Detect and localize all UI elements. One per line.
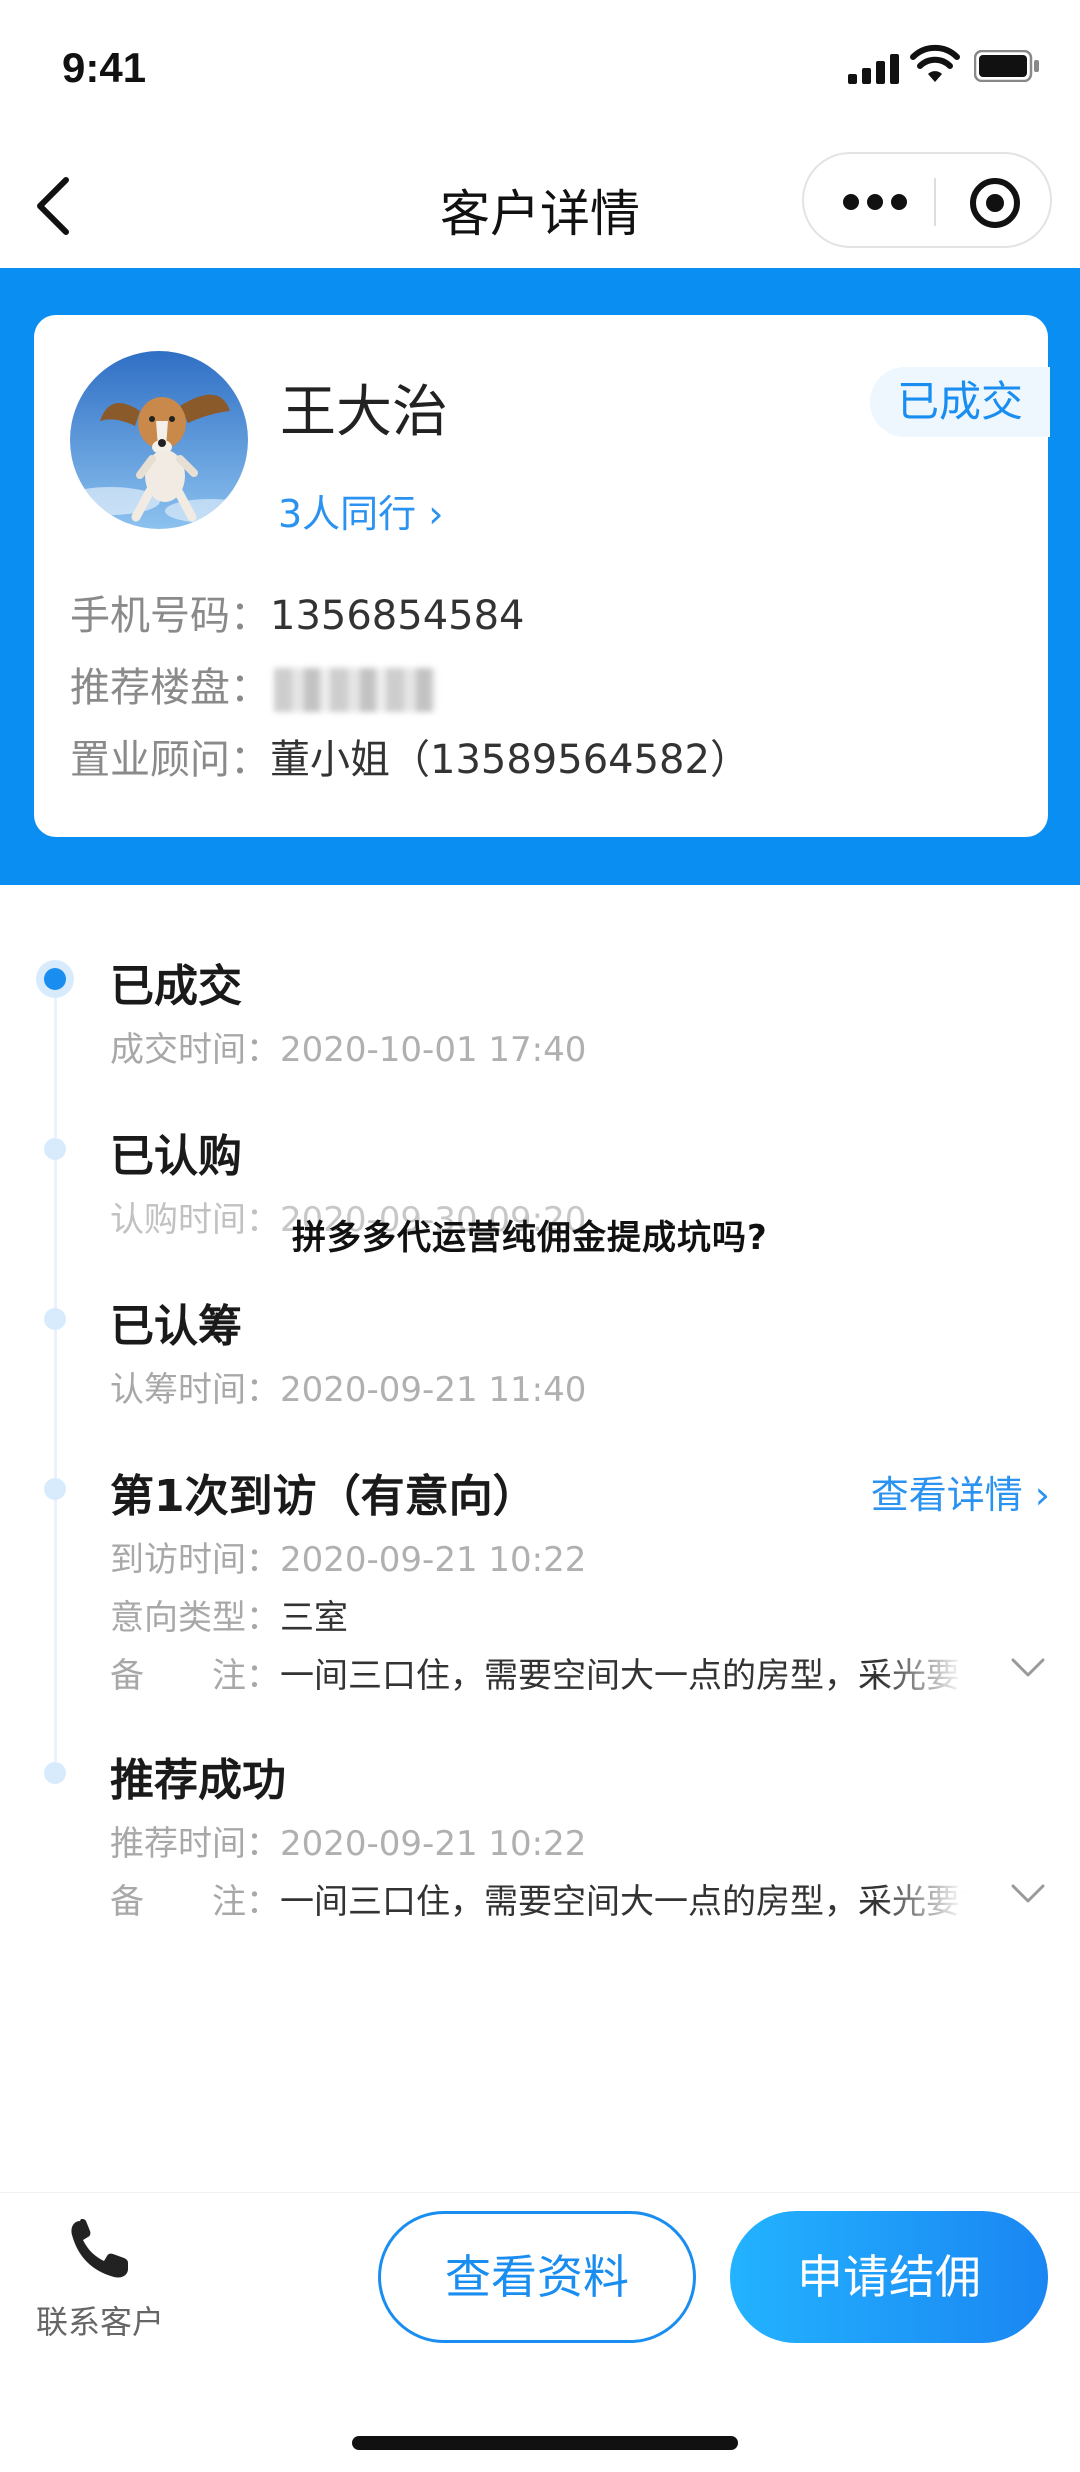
raise-time-value: 2020-09-21 11:40 xyxy=(280,1370,587,1410)
navigation-bar: 客户详情 xyxy=(0,140,1080,268)
phone-icon xyxy=(71,2219,128,2278)
timeline-visit-type: 意向类型：三室 xyxy=(110,1590,348,1639)
timeline-dot xyxy=(44,1308,66,1330)
blurred-property-value xyxy=(274,668,436,712)
target-icon[interactable] xyxy=(968,176,1022,230)
phone-row: 手机号码：1356854584 xyxy=(70,583,525,641)
contact-customer-label: 联系客户 xyxy=(35,2303,164,2341)
timeline-deal-time: 成交时间：2020-10-01 17:40 xyxy=(110,1022,586,1071)
raise-time-label: 认筹时间： xyxy=(110,1370,280,1410)
customer-card: 王大治 已成交 3人同行 › 手机号码：1356854584 推荐楼盘： 置业顾… xyxy=(34,315,1050,837)
note-fade xyxy=(880,1868,1000,1918)
status-time: 9:41 xyxy=(62,44,147,91)
timeline-title-recommend: 推荐成功 xyxy=(110,1755,286,1806)
battery-icon xyxy=(974,50,1039,82)
chevron-down-icon[interactable] xyxy=(1010,1882,1046,1906)
avatar xyxy=(70,351,248,529)
timeline-recommend-note: 备 注：一间三口住，需要空间大一点的房型，采光要好 xyxy=(110,1874,1010,1923)
visit-note-label: 备 注： xyxy=(110,1656,280,1696)
subscribe-time-label: 认购时间： xyxy=(110,1200,280,1240)
recommend-time-label: 推荐时间： xyxy=(110,1824,280,1864)
timeline-title-raise: 已认筹 xyxy=(110,1301,242,1352)
companions-link[interactable]: 3人同行 › xyxy=(278,483,443,538)
phone-number[interactable]: 1356854584 xyxy=(270,593,525,639)
customer-name: 王大治 xyxy=(280,380,448,445)
timeline-raise-time: 认筹时间：2020-09-21 11:40 xyxy=(110,1362,586,1411)
consultant-value: 董小姐（13589564582） xyxy=(270,737,750,783)
visit-time-label: 到访时间： xyxy=(110,1540,280,1580)
view-profile-button[interactable]: 查看资料 xyxy=(378,2211,696,2343)
deal-time-label: 成交时间： xyxy=(110,1030,280,1070)
timeline-visit-note: 备 注：一间三口住，需要空间大一点的房型，采光要好 xyxy=(110,1648,1010,1697)
wifi-icon xyxy=(910,44,960,82)
timeline-dot xyxy=(44,1478,66,1500)
overlay-caption: 拼多多代运营纯佣金提成坑吗? xyxy=(292,1218,768,1258)
more-dots-icon[interactable] xyxy=(842,192,908,212)
home-indicator xyxy=(352,2436,738,2450)
visit-time-value: 2020-09-21 10:22 xyxy=(280,1540,587,1580)
timeline-visit-time: 到访时间：2020-09-21 10:22 xyxy=(110,1532,586,1581)
visit-type-value: 三室 xyxy=(280,1598,348,1638)
deal-time-value: 2020-10-01 17:40 xyxy=(280,1030,587,1070)
apply-commission-button[interactable]: 申请结佣 xyxy=(730,2211,1048,2343)
capsule-divider xyxy=(934,178,936,226)
property-label: 推荐楼盘： xyxy=(70,665,270,711)
note-fade xyxy=(880,1642,1000,1692)
visit-type-label: 意向类型： xyxy=(110,1598,280,1638)
bottom-action-bar: 联系客户 查看资料 申请结佣 xyxy=(0,2192,1080,2472)
consultant-row: 置业顾问：董小姐（13589564582） xyxy=(70,727,750,785)
signal-icon xyxy=(848,54,899,84)
phone-label: 手机号码： xyxy=(70,593,270,639)
timeline-dot xyxy=(44,1138,66,1160)
status-badge: 已成交 xyxy=(870,367,1050,437)
timeline-title-subscribe: 已认购 xyxy=(110,1131,242,1182)
consultant-label: 置业顾问： xyxy=(70,737,270,783)
timeline-recommend-time: 推荐时间：2020-09-21 10:22 xyxy=(110,1816,586,1865)
recommend-note-label: 备 注： xyxy=(110,1882,280,1922)
timeline-title-visit: 第1次到访（有意向） xyxy=(110,1471,537,1522)
property-row: 推荐楼盘： xyxy=(70,655,436,713)
timeline-dot-active xyxy=(44,968,66,990)
recommend-time-value: 2020-09-21 10:22 xyxy=(280,1824,587,1864)
timeline-dot xyxy=(44,1762,66,1784)
mini-program-capsule xyxy=(802,152,1052,248)
timeline-title-deal: 已成交 xyxy=(110,961,242,1012)
view-details-link[interactable]: 查看详情 › xyxy=(871,1464,1050,1519)
contact-customer-button[interactable]: 联系客户 xyxy=(30,2215,170,2345)
timeline-line xyxy=(54,980,57,1770)
chevron-down-icon[interactable] xyxy=(1010,1656,1046,1680)
status-bar: 9:41 xyxy=(0,0,1080,140)
